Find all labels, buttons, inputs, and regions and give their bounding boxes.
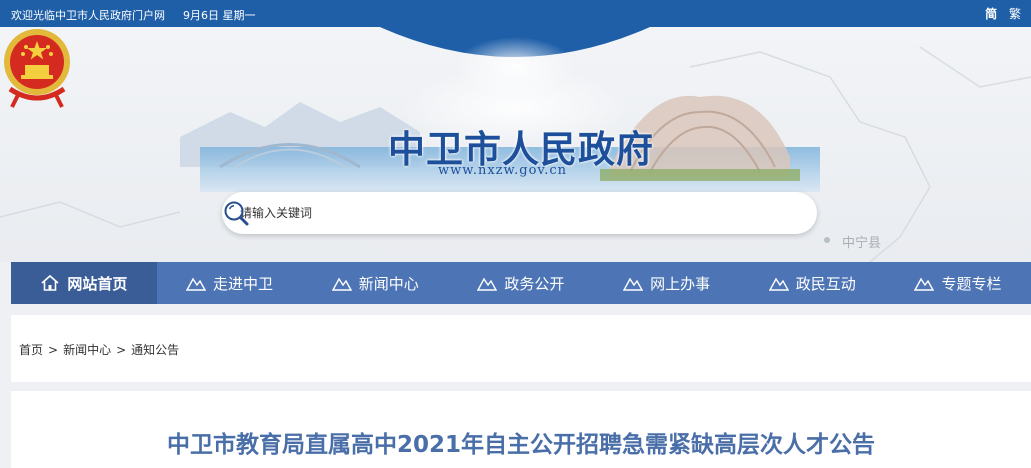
nav-item-label: 新闻中心 xyxy=(358,274,419,293)
nav-item-interaction[interactable]: 政民互动 xyxy=(739,262,885,304)
simplified-chinese-link[interactable]: 简 xyxy=(985,7,997,21)
breadcrumb-news-link[interactable]: 新闻中心 xyxy=(63,343,111,357)
mountain-icon xyxy=(186,277,207,291)
page: 欢迎光临中卫市人民政府门户网 9月6日 星期一 简 繁 中卫市人民政府 www.… xyxy=(0,0,1031,468)
map-region-label: 中宁县 xyxy=(842,236,882,251)
breadcrumb-panel: 首页 > 新闻中心 > 通知公告 xyxy=(11,315,1031,382)
search-icon[interactable] xyxy=(222,199,250,227)
nav-item-label: 政务公开 xyxy=(504,274,565,293)
nav-item-government-affairs[interactable]: 政务公开 xyxy=(448,262,594,304)
map-marker-icon xyxy=(824,237,830,243)
mountain-icon xyxy=(768,277,789,291)
nav-item-about[interactable]: 走进中卫 xyxy=(157,262,303,304)
breadcrumb-separator: > xyxy=(48,343,59,357)
nav-item-label: 专题专栏 xyxy=(941,274,1002,293)
nav-item-label: 网站首页 xyxy=(67,274,128,293)
breadcrumb: 首页 > 新闻中心 > 通知公告 xyxy=(19,341,179,358)
welcome-text: 欢迎光临中卫市人民政府门户网 xyxy=(11,9,165,22)
date-text: 9月6日 星期一 xyxy=(183,9,256,22)
main-navigation: 网站首页 走进中卫 新闻中心 政务公开 网上办事 政民互动 专题专栏 xyxy=(11,262,1031,304)
home-icon xyxy=(41,274,59,291)
national-emblem-icon xyxy=(4,29,70,108)
search-input[interactable] xyxy=(240,203,760,223)
nav-item-home[interactable]: 网站首页 xyxy=(11,262,157,304)
nav-item-label: 政民互动 xyxy=(795,274,856,293)
traditional-chinese-link[interactable]: 繁 xyxy=(1009,7,1021,21)
article-title: 中卫市教育局直属高中2021年自主公开招聘急需紧缺高层次人才公告 xyxy=(166,432,875,458)
mountain-icon xyxy=(477,277,498,291)
top-bar: 欢迎光临中卫市人民政府门户网 9月6日 星期一 简 繁 xyxy=(0,0,1031,27)
nav-item-special-topics[interactable]: 专题专栏 xyxy=(885,262,1031,304)
site-domain: www.nxzw.gov.cn xyxy=(438,163,567,178)
mountain-icon xyxy=(623,277,644,291)
mountain-icon xyxy=(914,277,935,291)
search-bar xyxy=(222,192,817,234)
breadcrumb-home-link[interactable]: 首页 xyxy=(19,343,43,357)
nav-item-news[interactable]: 新闻中心 xyxy=(302,262,448,304)
article-panel: 中卫市教育局直属高中2021年自主公开招聘急需紧缺高层次人才公告 xyxy=(11,391,1031,468)
breadcrumb-notices-link[interactable]: 通知公告 xyxy=(131,343,179,357)
nav-item-label: 网上办事 xyxy=(650,274,711,293)
header-banner: 中卫市人民政府 www.nxzw.gov.cn 中宁县 xyxy=(0,27,1031,262)
nav-item-online-services[interactable]: 网上办事 xyxy=(594,262,740,304)
language-switch: 简 繁 xyxy=(977,5,1021,22)
breadcrumb-separator: > xyxy=(116,343,127,357)
mountain-icon xyxy=(331,277,352,291)
nav-item-label: 走进中卫 xyxy=(213,274,274,293)
